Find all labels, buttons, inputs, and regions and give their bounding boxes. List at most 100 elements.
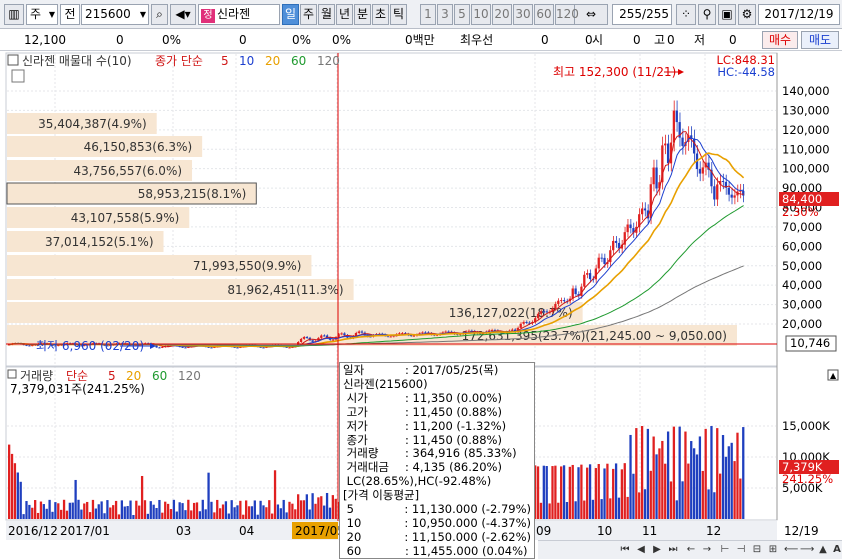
- grid-icon[interactable]: ⁘: [676, 4, 696, 25]
- volume-bar: [230, 500, 233, 519]
- volume-bar: [597, 464, 600, 519]
- quote-cell: 12,100: [24, 33, 66, 47]
- volume-bar: [614, 463, 618, 519]
- volume-bar: [325, 492, 329, 519]
- volume-bar: [42, 504, 45, 519]
- period-num-3[interactable]: 3: [437, 4, 453, 25]
- volume-bar: [74, 479, 77, 519]
- period-num-1[interactable]: 1: [420, 4, 436, 25]
- font-icon[interactable]: A: [830, 543, 842, 557]
- volume-bar: [259, 500, 262, 519]
- candle: [262, 347, 265, 349]
- volume-bar: [695, 454, 699, 519]
- search-icon[interactable]: ⌕: [151, 4, 168, 25]
- candle: [672, 110, 676, 143]
- table-icon[interactable]: [11, 69, 25, 83]
- tab-period-5[interactable]: 초: [372, 4, 389, 25]
- candle: [525, 322, 528, 324]
- volume-bar: [609, 498, 612, 519]
- volume-bar: [207, 472, 210, 519]
- candle: [643, 208, 647, 211]
- pan-right-icon[interactable]: ⟶: [800, 543, 814, 557]
- volume-bar: [106, 500, 109, 519]
- zoom-out-icon[interactable]: ⊟: [750, 543, 764, 557]
- volume-bar: [276, 504, 280, 519]
- period-num-30[interactable]: 30: [513, 4, 533, 25]
- stock-name-field[interactable]: 정 신라젠: [198, 4, 280, 25]
- chart-type-icon[interactable]: ⚲: [698, 4, 716, 25]
- triangle-icon[interactable]: ▲: [816, 543, 830, 557]
- volume-summary: 7,379,031주(241.25%): [10, 382, 145, 396]
- tab-period-6[interactable]: 틱: [390, 4, 407, 25]
- pan-left-icon[interactable]: ⟵: [784, 543, 798, 557]
- period-num-120[interactable]: 120: [555, 4, 579, 25]
- tooltip-row: 10: 10,950.000 (-4.37%): [343, 516, 531, 531]
- candle: [490, 330, 493, 332]
- expand-icon[interactable]: ⊣: [734, 543, 748, 557]
- candle: [28, 345, 31, 347]
- chart-menu-icon[interactable]: ▥: [4, 4, 24, 25]
- arrow-icon[interactable]: ⇔: [574, 4, 608, 25]
- period-num-5[interactable]: 5: [454, 4, 470, 25]
- first-icon[interactable]: ⏮: [618, 543, 632, 557]
- type-select[interactable]: 전: [60, 4, 80, 25]
- volume-bar: [28, 504, 31, 519]
- tab-period-3[interactable]: 년: [336, 4, 353, 25]
- candle: [412, 335, 415, 337]
- volume-bar: [626, 496, 629, 519]
- volume-bar: [112, 505, 115, 519]
- collapse-icon-2[interactable]: ⊢: [718, 543, 732, 557]
- date-field[interactable]: 2017/12/19: [758, 4, 840, 25]
- volume-bar: [571, 464, 574, 519]
- volume-bar: [606, 463, 609, 519]
- volume-collapse-icon[interactable]: [7, 369, 17, 379]
- buy-button[interactable]: 매수: [762, 31, 798, 49]
- scroll-left-icon[interactable]: ←: [684, 543, 698, 557]
- prev-icon[interactable]: ◀: [634, 543, 648, 557]
- collapse-icon[interactable]: [7, 54, 19, 66]
- tooltip-key: 일자: [343, 363, 365, 377]
- volume-bar: [736, 432, 739, 519]
- volume-bar: [646, 428, 650, 519]
- tooltip-key: 종가: [343, 432, 368, 447]
- candle: [421, 332, 424, 334]
- tab-period-0[interactable]: 일: [282, 4, 299, 25]
- scroll-right-icon[interactable]: →: [700, 543, 714, 557]
- zoom-in-icon[interactable]: ⊞: [766, 543, 780, 557]
- volume-bar: [265, 507, 268, 519]
- market-select[interactable]: 주 ▼: [26, 4, 58, 25]
- period-num-20[interactable]: 20: [492, 4, 512, 25]
- code-input[interactable]: 215600 ▼: [81, 4, 149, 25]
- period-num-10[interactable]: 10: [471, 4, 491, 25]
- y-tick-label: 70,000: [782, 220, 822, 234]
- period-num-60[interactable]: 60: [534, 4, 554, 25]
- candle: [588, 273, 592, 280]
- quote-cell: 0: [729, 33, 737, 47]
- y-tick-label: 110,000: [782, 142, 830, 156]
- volume-bar: [710, 426, 713, 519]
- next-icon[interactable]: ▶: [650, 543, 664, 557]
- tab-period-2[interactable]: 월: [318, 4, 335, 25]
- candle: [629, 224, 632, 229]
- tab-period-1[interactable]: 주: [300, 4, 317, 25]
- candle: [210, 347, 213, 349]
- sell-button[interactable]: 매도: [801, 31, 839, 49]
- volume-bar: [635, 428, 638, 519]
- ma-period-5: 5: [221, 54, 229, 68]
- gear-icon[interactable]: ⚙: [738, 4, 756, 25]
- save-icon[interactable]: ▣: [718, 4, 736, 25]
- last-icon[interactable]: ⏭: [666, 543, 680, 557]
- volume-bar: [724, 456, 728, 519]
- candle: [664, 143, 667, 146]
- tab-period-4[interactable]: 분: [354, 4, 371, 25]
- volume-bar: [86, 501, 89, 519]
- speaker-icon[interactable]: ◀▾: [170, 4, 196, 25]
- count-field[interactable]: 255/255: [612, 4, 672, 25]
- tooltip-row: 일자: 2017/05/25(목): [343, 363, 531, 378]
- candle: [444, 331, 447, 333]
- quote-cell: 0%: [332, 33, 352, 47]
- x-axis-label: 10: [597, 524, 612, 538]
- volume-bar: [632, 473, 635, 519]
- volume-legend-name: 거래량: [20, 369, 53, 383]
- volume-bar: [742, 427, 745, 519]
